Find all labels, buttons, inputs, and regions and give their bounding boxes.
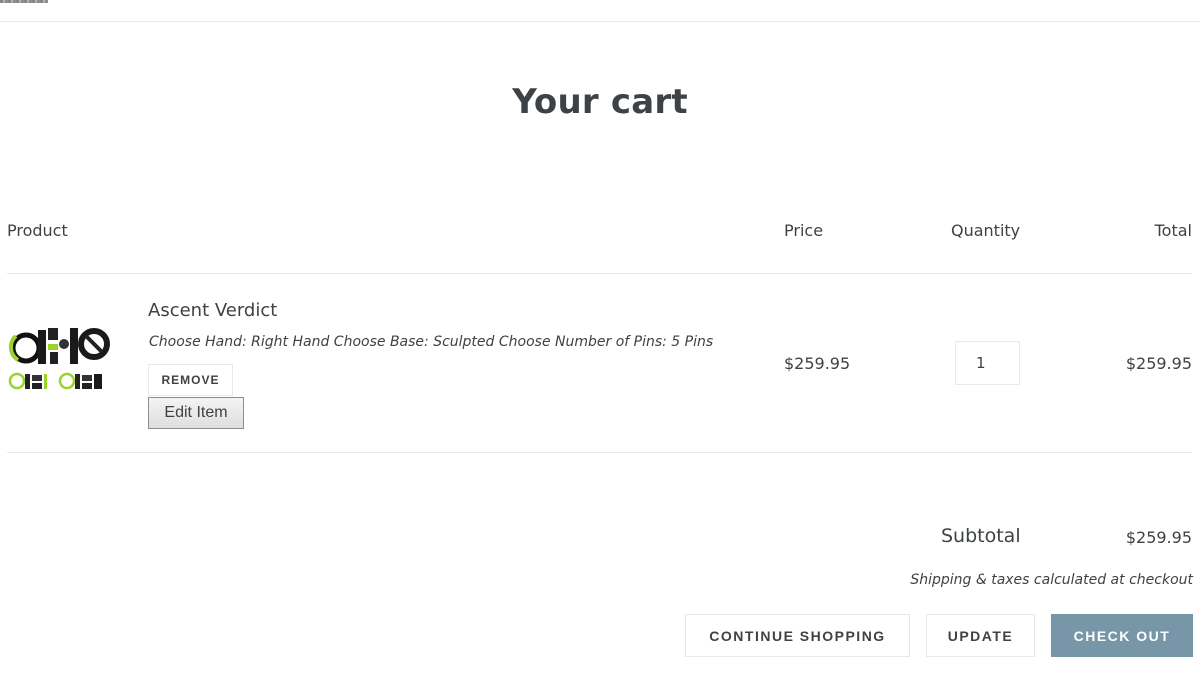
page-title: Your cart — [512, 82, 688, 122]
site-logo[interactable] — [0, 0, 48, 3]
item-total: $259.95 — [1125, 354, 1192, 373]
table-divider-bottom — [7, 452, 1192, 453]
checkout-button[interactable]: CHECK OUT — [1051, 614, 1193, 657]
product-options: Choose Hand: Right Hand Choose Base: Scu… — [149, 334, 714, 350]
item-price: $259.95 — [784, 354, 851, 373]
remove-button[interactable]: REMOVE — [148, 364, 233, 396]
table-divider-top — [7, 273, 1192, 274]
subtotal-value: $259.95 — [1125, 528, 1192, 547]
edit-item-button[interactable]: Edit Item — [148, 397, 244, 429]
shipping-note: Shipping & taxes calculated at checkout — [910, 572, 1193, 588]
column-header-product: Product — [7, 221, 68, 240]
column-header-price: Price — [784, 221, 824, 240]
product-title[interactable]: Ascent Verdict — [148, 300, 277, 321]
quantity-input[interactable] — [955, 341, 1020, 385]
product-sight-image — [8, 328, 110, 390]
update-button[interactable]: UPDATE — [926, 614, 1035, 657]
continue-shopping-button[interactable]: CONTINUE SHOPPING — [685, 614, 910, 657]
site-header — [0, 0, 1200, 22]
subtotal-label: Subtotal — [941, 525, 1021, 547]
product-image[interactable] — [6, 322, 110, 394]
column-header-total: Total — [1154, 221, 1192, 240]
column-header-quantity: Quantity — [951, 221, 1021, 240]
